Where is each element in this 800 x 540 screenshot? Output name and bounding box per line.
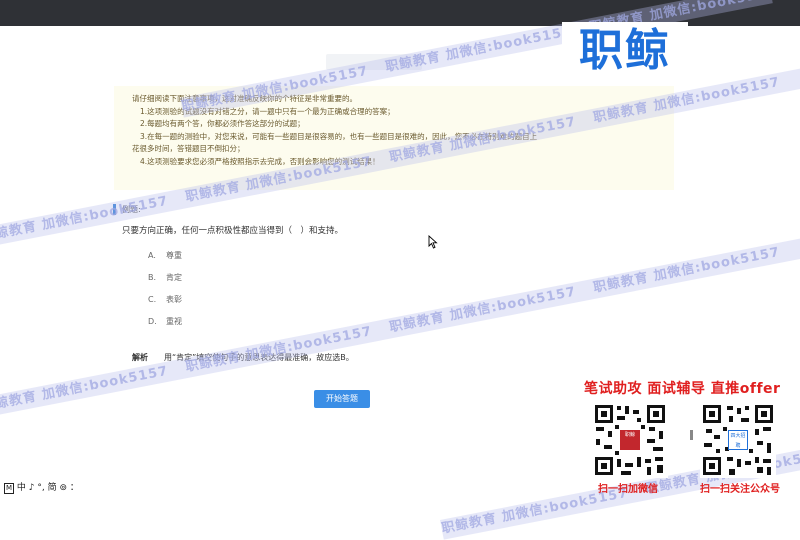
qr-center-badge: 职鲸 xyxy=(620,430,640,450)
scrollbar-thumb[interactable] xyxy=(690,430,693,440)
watermark-text: 职鲸教育 加微信:book5157 xyxy=(0,363,170,415)
option-a[interactable]: A. 尊重 xyxy=(148,250,182,261)
option-letter: B. xyxy=(148,273,157,282)
promo-title: 笔试助攻 面试辅导 直推offer xyxy=(584,381,781,397)
option-letter: C. xyxy=(148,295,157,304)
wechat-qr-code: 职鲸 xyxy=(592,402,668,478)
option-d[interactable]: D. 重视 xyxy=(148,316,182,327)
mouse-pointer-icon xyxy=(428,234,438,253)
ime-mode-icon[interactable]: M xyxy=(4,483,15,494)
watermark-text: 职鲸教育 加微信:book5157 xyxy=(388,284,578,336)
option-text: 重视 xyxy=(166,317,182,326)
brand-logo: 职鲸 xyxy=(562,22,688,80)
option-text: 表彰 xyxy=(166,295,182,304)
instruction-line: 3.在每一题的测验中，对您来说，可能有一些题目是很容易的，也有一些题目是很难的，… xyxy=(140,131,538,141)
option-b[interactable]: B. 肯定 xyxy=(148,272,182,283)
option-letter: A. xyxy=(148,251,156,260)
ime-toolbar[interactable]: M 中 ♪ °, 简 ⊚ ： xyxy=(4,480,79,494)
option-letter: D. xyxy=(148,317,157,326)
official-account-qr-caption: 扫一扫关注公众号 xyxy=(700,484,780,495)
option-text: 肯定 xyxy=(166,273,182,282)
official-account-qr-code: 四大招聘 xyxy=(700,402,776,478)
watermark-text: 职鲸教育 加微信:book5157 xyxy=(384,24,574,76)
wechat-qr-caption: 扫一扫加微信 xyxy=(598,484,658,495)
watermark-text: 职鲸教育 加微信:book5157 xyxy=(184,324,374,376)
qr-center-badge: 四大招聘 xyxy=(728,430,748,450)
watermark-text: 职鲸教育 加微信:book5157 xyxy=(0,193,170,245)
analysis-label: 解析 xyxy=(132,353,148,362)
watermark-text: 职鲸教育 加微信:book5157 xyxy=(592,244,782,296)
example-question: 只要方向正确，任何一点积极性都应当得到（ ）和支持。 xyxy=(122,226,344,236)
start-answer-button[interactable]: 开始答题 xyxy=(314,390,370,408)
option-c[interactable]: C. 表彰 xyxy=(148,294,182,305)
ime-status: 中 ♪ °, 简 ⊚ ： xyxy=(16,483,79,493)
logo-text: 职鲸 xyxy=(579,25,671,76)
option-text: 尊重 xyxy=(166,251,182,260)
